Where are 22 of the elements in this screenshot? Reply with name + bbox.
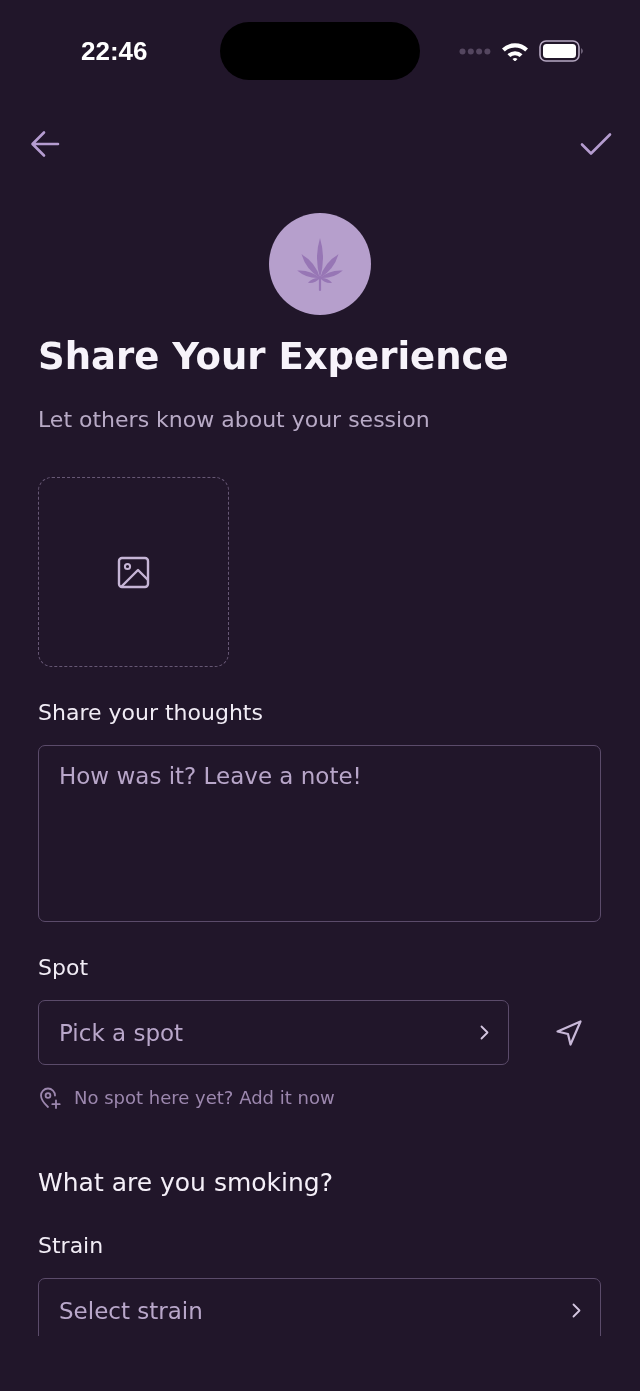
wifi-icon [501,41,529,61]
section-heading: What are you smoking? [38,1167,334,1199]
back-arrow-icon [30,130,60,158]
picker-field[interactable]: Pick a spot [38,1000,509,1065]
map-pin-plus-icon [39,1087,61,1109]
add-spot-link[interactable]: No spot here yet? Add it now [39,1085,335,1111]
navigation-arrow-icon [555,1018,583,1047]
notes-field[interactable]: How was it? Leave a note! [38,745,601,922]
signal-icon [459,47,491,55]
leaf-icon [268,213,371,315]
field-label: Spot [38,954,89,982]
image-icon [117,555,150,589]
status-time: 22:46 [81,36,148,66]
checkmark-icon [580,132,612,156]
page-subtitle: Let others know about your session [38,406,431,434]
page-title: Share Your Experience [38,334,510,380]
field-label: Share your thoughts [38,699,264,727]
back-button[interactable] [29,128,61,160]
field-label: Strain [38,1232,105,1260]
chevron-right-icon [480,1025,489,1040]
chevron-right-icon [572,1303,581,1318]
picker-field[interactable]: Select strain [38,1278,601,1336]
